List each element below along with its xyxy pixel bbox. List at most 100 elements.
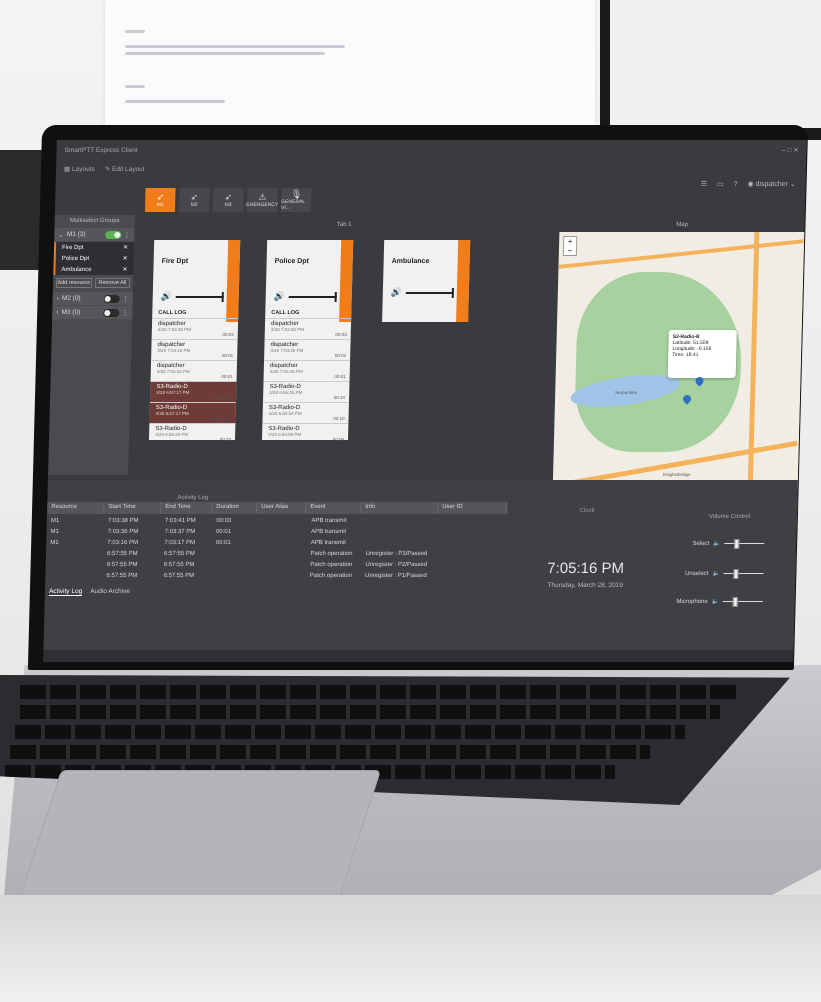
remove-icon: ✕ bbox=[122, 267, 128, 273]
volume-row-select[interactable]: Select 🔈 bbox=[661, 540, 796, 547]
status-bar bbox=[43, 650, 794, 662]
column-header[interactable]: User Alias bbox=[257, 502, 307, 514]
help-icon[interactable]: ? bbox=[734, 181, 738, 188]
call-log-entry[interactable]: S3-Radio-D 3/28 6:57:17 PM dispatcher bbox=[149, 402, 236, 423]
table-row[interactable]: 6:57:55 PM 6:57:55 PM Patch operation Unreg… bbox=[46, 548, 506, 559]
more-icon[interactable]: ⋮ bbox=[122, 309, 129, 317]
tab-audio-archive[interactable]: Audio Archive bbox=[90, 588, 130, 596]
zoom-control[interactable]: + − bbox=[562, 236, 578, 256]
call-log-entry[interactable]: S3-Radio-D 3/28 6:56:25 PM 00:10 bbox=[148, 423, 236, 444]
speaker-icon: 🔈 bbox=[711, 599, 720, 605]
table-cell: 6:57:55 PM bbox=[163, 561, 195, 568]
column-header[interactable]: User ID bbox=[438, 502, 508, 514]
talkgroup-card[interactable]: Police Dpt 🔊 CALL LOG dispatcher 3/28 7:0… bbox=[261, 240, 354, 444]
zoom-in-button[interactable]: + bbox=[564, 237, 576, 246]
volume-row-unselect[interactable]: Unselect 🔈 bbox=[660, 570, 795, 577]
activity-log-header: Resource Start Time End Time Duration User A… bbox=[47, 502, 508, 514]
entry-duration: 00:10 bbox=[333, 395, 346, 400]
menu-bar: ▦ Layouts ✎ Edit Layout bbox=[56, 160, 806, 178]
group-toggle[interactable] bbox=[104, 230, 121, 239]
microphone-icon: 🎙 bbox=[290, 188, 303, 199]
group-resource[interactable]: Ambulance ✕ bbox=[53, 264, 134, 275]
group-m3[interactable]: › M3 (0) ⋮ bbox=[52, 306, 133, 319]
m3-button[interactable]: ➶ M3 bbox=[212, 188, 244, 212]
tab-title[interactable]: Tab 1 bbox=[137, 222, 552, 228]
entry-duration: dispatcher bbox=[211, 395, 233, 400]
call-log-entry[interactable]: dispatcher 3/28 7:03:30 PM 00:01 bbox=[264, 339, 351, 360]
call-log-entry[interactable]: S3-Radio-D 3/28 6:55:54 PM 00:10 bbox=[262, 402, 349, 423]
close-icon[interactable]: ✕ bbox=[793, 146, 799, 154]
panel-title: Multiselect Groups bbox=[69, 218, 120, 224]
volume-slider[interactable] bbox=[724, 543, 765, 544]
column-header[interactable]: Duration bbox=[212, 502, 258, 514]
remove-icon: ✕ bbox=[122, 245, 129, 251]
title-bar: SmartPTT Express Client – □ ✕ bbox=[56, 140, 807, 160]
entry-duration: 00:01 bbox=[334, 353, 347, 358]
call-log-entry[interactable]: dispatcher 3/28 7:03:18 PM 00:01 bbox=[151, 339, 238, 360]
entry-time: 3/28 6:54:59 PM bbox=[268, 432, 302, 437]
table-row[interactable]: M1 7:03:16 PM 7:03:17 PM 00:01 APB transmit bbox=[46, 537, 506, 548]
group-resource[interactable]: Fire Dpt ✕ bbox=[53, 242, 135, 253]
remove-all-button[interactable]: Remove All bbox=[94, 278, 131, 288]
more-icon[interactable]: ⋮ bbox=[122, 295, 129, 303]
table-cell: Patch operation bbox=[309, 572, 353, 579]
entry-duration: 00:01 bbox=[334, 374, 346, 379]
app-title: SmartPTT Express Client bbox=[64, 146, 138, 154]
warning-icon: ⚠ bbox=[258, 191, 267, 202]
call-log-entry[interactable]: dispatcher 3/28 7:03:16 PM 00:01 bbox=[263, 360, 351, 381]
group-m1[interactable]: ⌄ M1 (3) ⋮ bbox=[54, 228, 135, 241]
call-log-entry[interactable]: dispatcher 3/28 7:03:38 PM 00:03 bbox=[151, 318, 239, 339]
menu-icon[interactable]: ☰ bbox=[701, 180, 707, 188]
volume-slider[interactable] bbox=[723, 601, 764, 602]
table-cell: Unregister : P2/Passed bbox=[365, 561, 428, 568]
call-log-entry[interactable]: S3-Radio-D 3/28 6:56:25 PM 00:10 bbox=[262, 381, 350, 402]
edit-layout-menu[interactable]: ✎ Edit Layout bbox=[105, 165, 145, 173]
group-toggle[interactable] bbox=[102, 308, 119, 317]
table-row[interactable]: M1 7:03:38 PM 7:03:41 PM 00:03 APB transmit bbox=[47, 515, 507, 526]
call-log-entry[interactable]: dispatcher 3/28 7:03:16 PM 00:01 bbox=[150, 360, 238, 381]
m1-button[interactable]: ➶ M1 bbox=[144, 188, 176, 212]
emergency-button[interactable]: ⚠ EMERGENCY bbox=[246, 188, 278, 212]
m2-button[interactable]: ➶ M2 bbox=[178, 188, 210, 212]
column-header[interactable]: Info bbox=[361, 502, 439, 514]
table-row[interactable]: M1 7:03:36 PM 7:03:37 PM 00:01 APB transmit bbox=[46, 526, 506, 537]
background-monitor-screen bbox=[610, 0, 821, 128]
group-resource[interactable]: Police Dpt ✕ bbox=[53, 253, 134, 264]
call-log-entry[interactable]: dispatcher 3/28 7:03:38 PM 00:03 bbox=[264, 318, 352, 339]
table-row[interactable]: 6:57:55 PM 6:57:55 PM Patch operation Unreg… bbox=[45, 570, 505, 581]
more-icon[interactable]: ⋮ bbox=[124, 231, 131, 239]
activity-log-table: M1 7:03:38 PM 7:03:41 PM 00:03 APB transmit M… bbox=[45, 515, 507, 581]
ptt-stripe[interactable] bbox=[226, 240, 241, 322]
call-log-entry[interactable]: S3-Radio-D 3/28 6:57:17 PM dispatcher bbox=[149, 381, 237, 402]
maximize-icon[interactable]: □ bbox=[787, 147, 791, 154]
volume-slider[interactable] bbox=[723, 573, 764, 574]
tab-activity-log[interactable]: Activity Log bbox=[48, 588, 83, 596]
talkgroup-card[interactable]: Fire Dpt 🔊 CALL LOG dispatcher 3/28 7:03:… bbox=[148, 240, 241, 444]
table-cell: 7:03:36 PM bbox=[107, 528, 139, 535]
add-resource-button[interactable]: Add resource bbox=[55, 278, 92, 288]
volume-row-microphone[interactable]: Microphone 🔈 bbox=[660, 598, 795, 605]
entry-time: 3/28 7:03:30 PM bbox=[270, 348, 304, 353]
column-header[interactable]: Start Time bbox=[104, 502, 162, 514]
group-m2[interactable]: › M2 (0) ⋮ bbox=[52, 292, 133, 305]
zoom-out-button[interactable]: − bbox=[564, 246, 576, 255]
user-menu[interactable]: ◉ dispatcher ⌄ bbox=[747, 180, 795, 188]
table-cell: M1 bbox=[50, 539, 59, 546]
column-header[interactable]: Resource bbox=[47, 502, 105, 514]
header-actions: ☰ ▭ ? ◉ dispatcher ⌄ bbox=[701, 180, 796, 189]
map-view[interactable]: Hyde Park Serpentine Knightsbridge +− S2… bbox=[552, 232, 805, 512]
group-toggle[interactable] bbox=[103, 294, 120, 303]
monitor-icon[interactable]: ▭ bbox=[717, 180, 724, 188]
table-cell: M1 bbox=[50, 528, 60, 535]
column-header[interactable]: End Time bbox=[161, 502, 213, 514]
ptt-icon: ➶ bbox=[156, 191, 165, 202]
column-header[interactable]: Event bbox=[306, 502, 362, 514]
ptt-stripe[interactable] bbox=[456, 240, 471, 322]
call-log-entry[interactable]: S3-Radio-D 3/28 6:54:59 PM 00:06 bbox=[261, 423, 349, 444]
general-voice-button[interactable]: 🎙 GENERAL VI... bbox=[280, 188, 312, 212]
layouts-menu[interactable]: ▦ Layouts bbox=[64, 165, 95, 173]
ptt-stripe[interactable] bbox=[339, 240, 354, 322]
minimize-icon[interactable]: – bbox=[782, 147, 786, 154]
talkgroup-card[interactable]: Ambulance 🔊 bbox=[382, 240, 471, 322]
table-row[interactable]: 6:57:55 PM 6:57:55 PM Patch operation Unreg… bbox=[46, 559, 506, 570]
